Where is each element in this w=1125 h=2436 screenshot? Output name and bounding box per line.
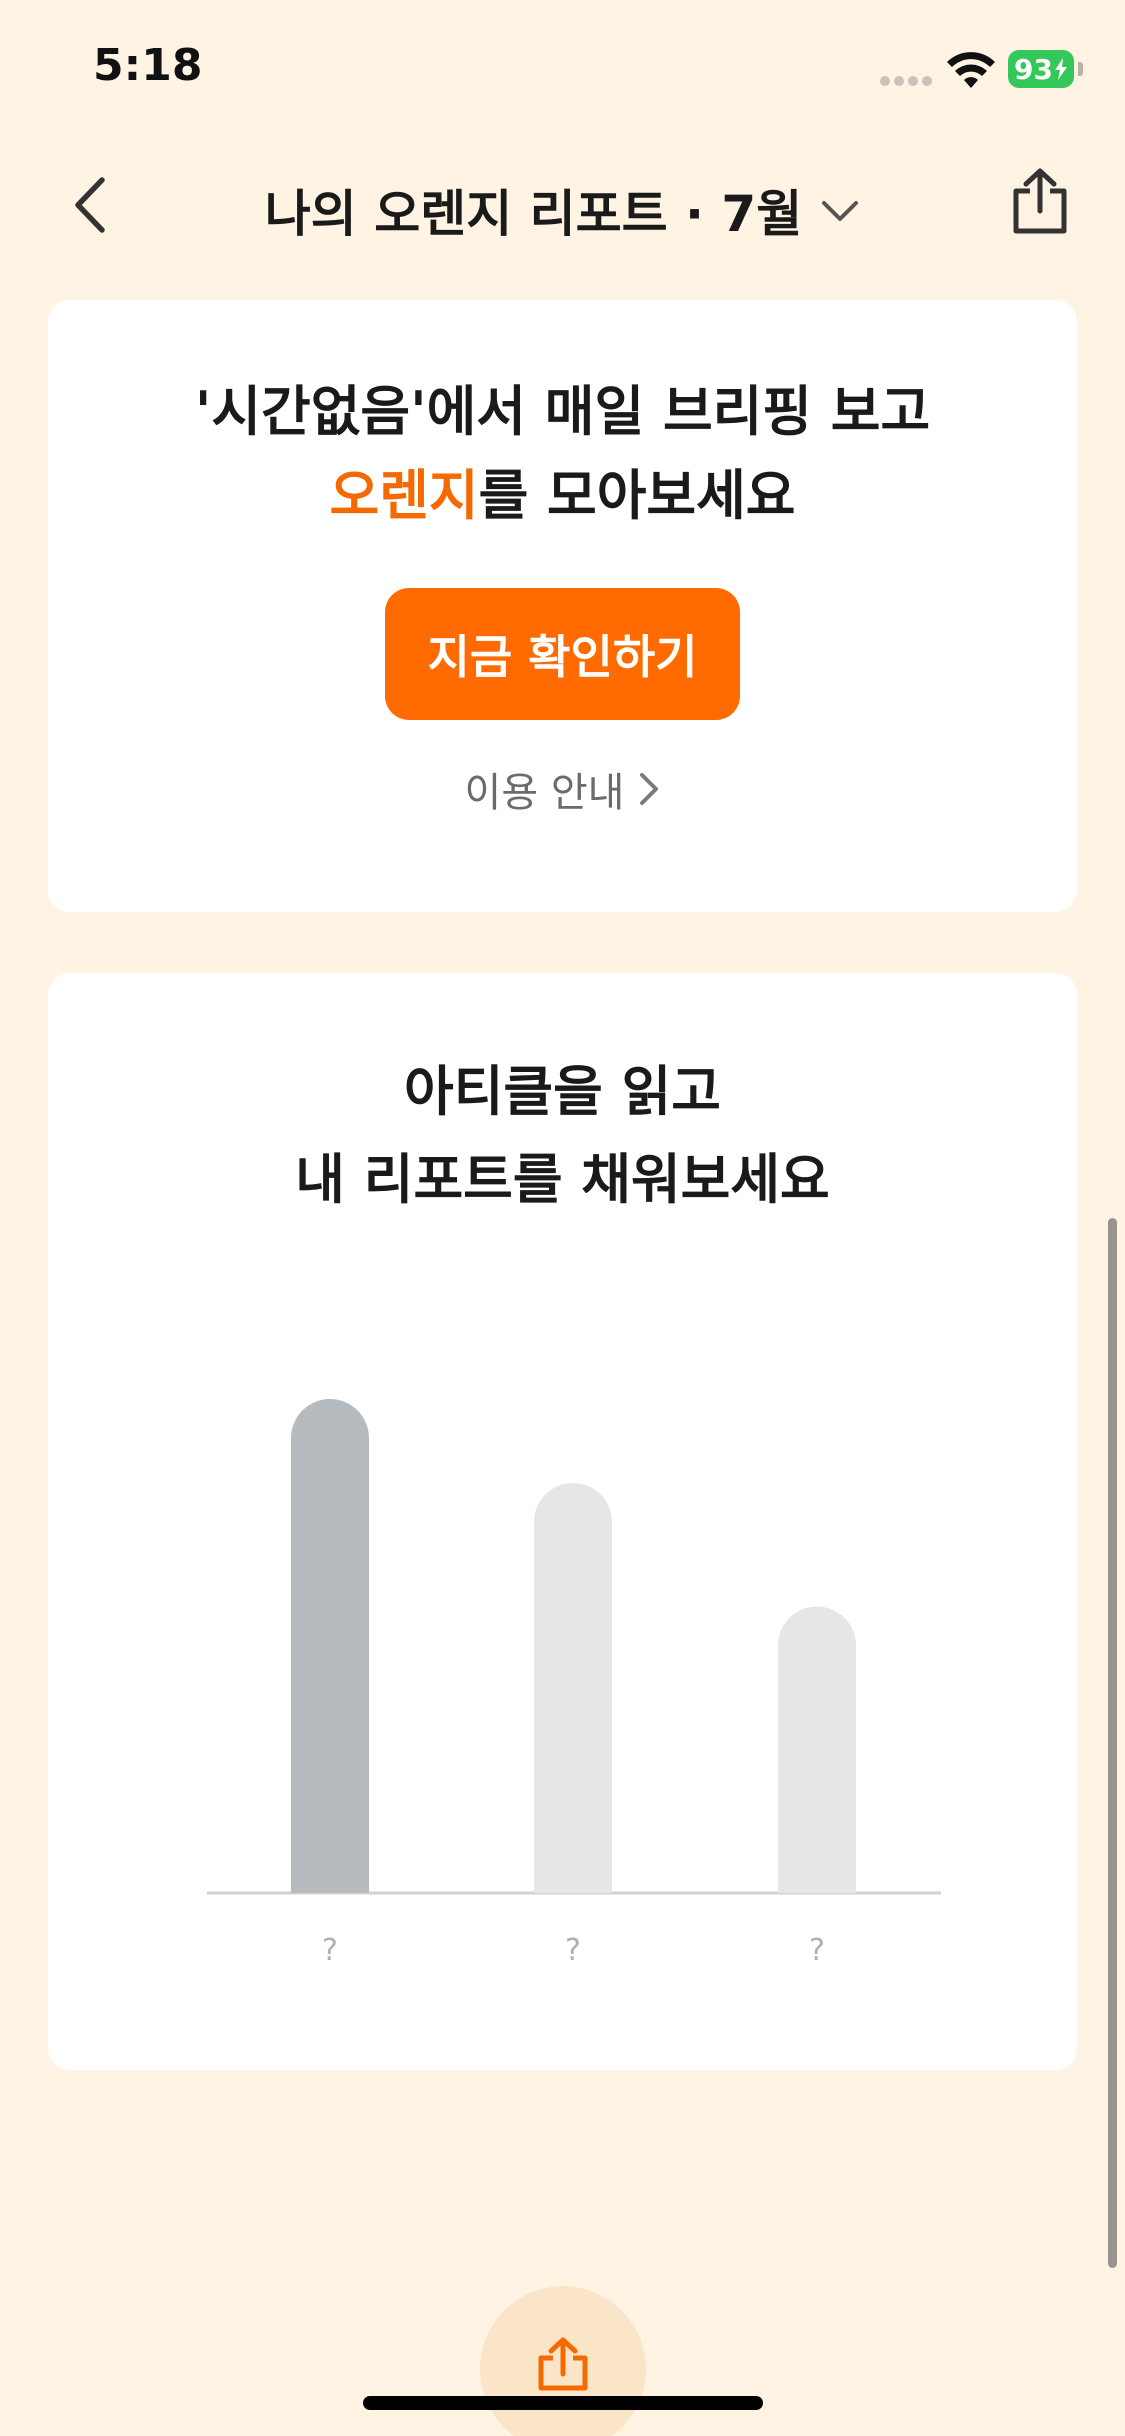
battery-cap <box>1078 62 1083 76</box>
promo-accent-text: 오렌지 <box>329 464 479 527</box>
chevron-down-icon <box>822 201 859 221</box>
usage-guide-link[interactable]: 이용 안내 <box>48 760 1077 818</box>
share-icon <box>538 2337 588 2391</box>
promo-title-line2: 오렌지를 모아보세요 <box>48 454 1077 538</box>
floating-share-button[interactable] <box>480 2286 646 2436</box>
status-time: 5:18 <box>93 40 203 91</box>
share-button[interactable] <box>1005 162 1075 242</box>
usage-guide-label: 이용 안내 <box>464 770 625 816</box>
promo-title-line1: '시간없음'에서 매일 브리핑 보고 <box>194 380 931 443</box>
report-bar-chart: ??? <box>207 1399 941 1968</box>
nav-header: 나의 오렌지 리포트 · 7월 <box>0 150 1125 260</box>
share-icon <box>1013 168 1067 234</box>
status-bar: 5:18 93 <box>0 0 1125 140</box>
chart-category-label-1: ? <box>322 1933 338 1968</box>
chart-category-label-3: ? <box>809 1933 825 1968</box>
chevron-right-icon <box>640 773 659 805</box>
battery-level: 93 <box>1014 52 1053 86</box>
home-indicator <box>363 2396 763 2410</box>
chart-bar-2 <box>534 1482 612 1893</box>
check-now-button[interactable]: 지금 확인하기 <box>385 588 740 720</box>
chart-category-label-2: ? <box>565 1933 581 1968</box>
battery-icon: 93 <box>1008 50 1074 88</box>
wifi-icon <box>947 52 995 88</box>
cellular-signal-icon <box>880 76 934 86</box>
promo-title: '시간없음'에서 매일 브리핑 보고 오렌지를 모아보세요 <box>48 370 1077 538</box>
chart-bar-1 <box>291 1399 369 1893</box>
briefing-promo-card: '시간없음'에서 매일 브리핑 보고 오렌지를 모아보세요 지금 확인하기 이용… <box>48 300 1077 912</box>
promo-title-line2-rest: 를 모아보세요 <box>478 464 796 527</box>
reading-report-card: 아티클을 읽고 내 리포트를 채워보세요 ??? <box>48 973 1077 2070</box>
page-title: 나의 오렌지 리포트 · 7월 <box>264 185 803 243</box>
scrollbar[interactable] <box>1108 1218 1117 2268</box>
chart-bar-3 <box>778 1606 856 1893</box>
charging-bolt-icon <box>1054 58 1067 80</box>
month-selector[interactable]: 나의 오렌지 리포트 · 7월 <box>0 174 1125 246</box>
